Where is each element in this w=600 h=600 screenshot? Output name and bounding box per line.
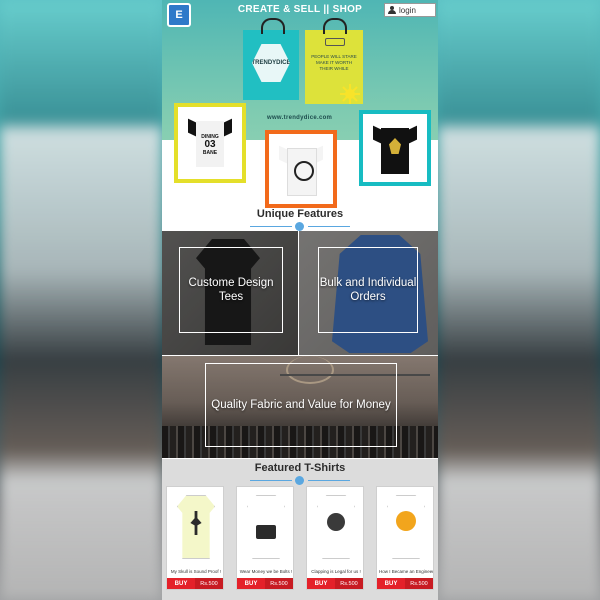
featured-tshirts-title: Featured T-Shirts bbox=[254, 462, 346, 474]
product-image[interactable] bbox=[381, 491, 429, 563]
site-url: www.trendydice.com bbox=[267, 115, 333, 121]
buy-button[interactable]: BUY bbox=[167, 578, 195, 589]
login-button[interactable]: login bbox=[384, 3, 436, 17]
feature-label-quality[interactable]: Quality Fabric and Value for Money bbox=[205, 363, 397, 447]
section-divider bbox=[250, 222, 350, 231]
price-tag: Rs.500 bbox=[265, 578, 293, 589]
jersey-text-bottom: BANE bbox=[202, 150, 218, 156]
brand-badge: TRENDYDICE bbox=[252, 44, 290, 82]
shopping-bag-teal: TRENDYDICE bbox=[243, 18, 299, 100]
price-tag: Rs.500 bbox=[405, 578, 433, 589]
product-image[interactable] bbox=[241, 491, 289, 563]
login-label: login bbox=[399, 5, 416, 15]
background-blur-left bbox=[0, 0, 162, 600]
product-card[interactable]: Clapping is Legal for us ! BUY Rs.500 bbox=[306, 486, 364, 590]
app-screen: E CREATE & SELL || SHOP login TRENDYDICE… bbox=[162, 0, 438, 600]
price-tag: Rs.500 bbox=[195, 578, 223, 589]
product-card[interactable]: Wear Money we be Bolts ! BUY Rs.500 bbox=[236, 486, 294, 590]
buy-button[interactable]: BUY bbox=[307, 578, 335, 589]
bag-tag bbox=[325, 38, 345, 46]
product-caption: My Skull is Sound Proof ! bbox=[170, 569, 222, 574]
unique-features-title: Unique Features bbox=[256, 208, 344, 220]
product-image[interactable] bbox=[171, 491, 219, 563]
tee-print-gold bbox=[389, 138, 401, 154]
user-icon bbox=[388, 6, 396, 14]
buy-button[interactable]: BUY bbox=[237, 578, 265, 589]
section-divider bbox=[250, 476, 350, 485]
product-caption: Clapping is Legal for us ! bbox=[311, 569, 361, 574]
feature-label-design[interactable]: Custome Design Tees bbox=[179, 247, 283, 333]
jersey-number: 03 bbox=[204, 139, 216, 150]
divider-icon bbox=[295, 222, 304, 231]
feature-label-bulk[interactable]: Bulk and Individual Orders bbox=[318, 247, 418, 333]
product-caption: How I Became an Engineer ! bbox=[379, 569, 433, 574]
sun-icon bbox=[340, 84, 360, 104]
product-caption: Wear Money we be Bolts ! bbox=[239, 569, 293, 574]
tee-print-badge bbox=[294, 161, 314, 181]
hero-tee-black bbox=[359, 110, 431, 186]
background-blur-right bbox=[438, 0, 600, 600]
product-card[interactable]: My Skull is Sound Proof ! BUY Rs.500 bbox=[166, 486, 224, 590]
price-tag: Rs.500 bbox=[335, 578, 363, 589]
product-image[interactable] bbox=[311, 491, 359, 563]
divider-icon bbox=[295, 476, 304, 485]
hero-tee-jersey: DINING 03 BANE bbox=[174, 103, 246, 183]
hero-tee-white bbox=[265, 130, 337, 208]
product-card[interactable]: How I Became an Engineer ! BUY Rs.500 bbox=[376, 486, 434, 590]
buy-button[interactable]: BUY bbox=[377, 578, 405, 589]
product-list: My Skull is Sound Proof ! BUY Rs.500 Wea… bbox=[166, 486, 434, 590]
bag-slogan: PEOPLE WILL STARE MAKE IT WORTH THEIR WH… bbox=[311, 54, 357, 71]
